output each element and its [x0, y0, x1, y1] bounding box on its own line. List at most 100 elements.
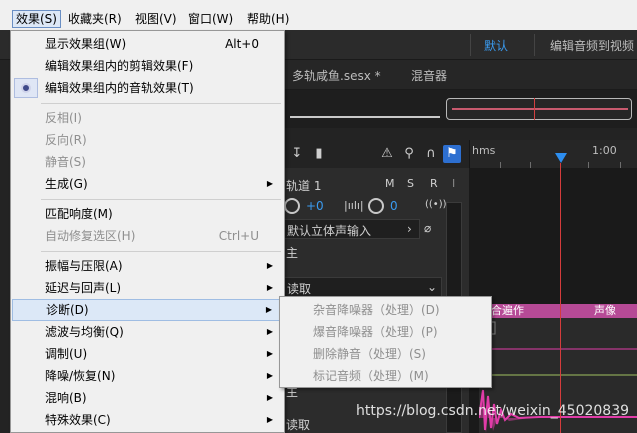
menu-item-label: 调制(U) — [45, 347, 88, 361]
menu-item-label: 显示效果组(W) — [45, 37, 127, 51]
menu-item-label: 延迟与回声(L) — [45, 281, 122, 295]
menu-item-shortcut: Ctrl+U — [218, 229, 259, 243]
menu-item-noise-reduction[interactable]: 降噪/恢复(N) ▶ — [12, 365, 283, 387]
input-select[interactable]: 默认立体声输入 › — [284, 219, 420, 239]
menu-item-label: 编辑效果组内的剪辑效果(F) — [45, 59, 194, 73]
menu-bar: 效果(S) 收藏夹(R) 视图(V) 窗口(W) 帮助(H) — [0, 0, 637, 30]
overview-range — [290, 98, 440, 118]
submenu-arrow-icon: ▶ — [265, 305, 272, 314]
menu-effects[interactable]: 效果(S) — [12, 10, 61, 28]
overview-playhead — [534, 98, 535, 120]
menu-separator — [41, 199, 281, 200]
workspace-edit-video[interactable]: 编辑音频到视频 — [550, 37, 634, 54]
chevron-down-icon: ⌄ — [427, 280, 438, 294]
ruler-mark-label: 1:00 — [592, 144, 617, 157]
submenu-arrow-icon: ▶ — [266, 393, 273, 402]
submenu-item-label: 标记音频（处理）(M) — [313, 369, 429, 383]
menu-item-filter-eq[interactable]: 滤波与均衡(Q) ▶ — [12, 321, 283, 343]
record-arm-button[interactable]: R — [430, 177, 438, 190]
menu-item-label: 降噪/恢复(N) — [45, 369, 116, 383]
submenu-arrow-icon: ▶ — [266, 371, 273, 380]
submenu-item-label: 删除静音（处理）(S) — [313, 347, 426, 361]
playhead-line — [560, 163, 561, 433]
submenu-item-clip-restoration: 爆音降噪器（处理）(P) — [281, 321, 490, 343]
metronome-icon[interactable]: ⚠ — [378, 145, 396, 163]
menu-help[interactable]: 帮助(H) — [244, 10, 292, 28]
automation-mode-2[interactable]: 读取 — [286, 416, 310, 433]
menu-item-generate[interactable]: 生成(G) ▶ — [12, 173, 283, 195]
input-select-value: 默认立体声输入 — [287, 224, 372, 238]
chevron-right-icon: › — [407, 222, 412, 236]
menu-item-show-effects-rack[interactable]: 显示效果组(W) Alt+0 — [12, 33, 283, 55]
menu-item-reverb[interactable]: 混响(B) ▶ — [12, 387, 283, 409]
submenu-item-mark-audio: 标记音频（处理）(M) — [281, 365, 490, 387]
menu-item-diagnostics[interactable]: 诊断(D) ▶ — [12, 299, 283, 321]
menu-separator — [41, 251, 281, 252]
workspace-default[interactable]: 默认 — [484, 37, 508, 54]
menu-item-label: 滤波与均衡(Q) — [45, 325, 124, 339]
editor-toolbar: ↧ ▮ ⚠ ⚲ ∩ ⚑ — [284, 140, 469, 168]
menu-item-label: 诊断(D) — [46, 303, 89, 317]
time-ruler[interactable]: hms 1:00 — [469, 140, 637, 168]
submenu-arrow-icon: ▶ — [266, 261, 273, 270]
menu-item-modulation[interactable]: 调制(U) ▶ — [12, 343, 283, 365]
move-tool-icon[interactable]: ↧ — [288, 145, 306, 163]
menu-item-edit-clip-effects[interactable]: 编辑效果组内的剪辑效果(F) — [12, 55, 283, 77]
workspace-divider — [534, 34, 535, 56]
stereo-width-icon: |ıılı| — [344, 199, 364, 212]
menu-item-label: 静音(S) — [45, 155, 86, 169]
volume-value[interactable]: +0 — [306, 199, 324, 213]
menu-favorites[interactable]: 收藏夹(R) — [65, 10, 125, 28]
submenu-item-label: 爆音降噪器（处理）(P) — [313, 325, 438, 339]
menu-item-shortcut: Alt+0 — [225, 37, 259, 51]
menu-item-auto-heal: 自动修复选区(H) Ctrl+U — [12, 225, 283, 247]
playhead-handle[interactable] — [555, 153, 567, 163]
pan-knob[interactable] — [368, 198, 384, 214]
menu-item-invert: 反相(I) — [12, 107, 283, 129]
session-overview[interactable] — [284, 90, 637, 128]
submenu-arrow-icon: ▶ — [266, 283, 273, 292]
phase-invert-icon[interactable]: ⌀ — [424, 221, 431, 235]
tab-session[interactable]: 多轨咸鱼.sesx * — [292, 67, 381, 84]
diagnostics-submenu: 杂音降噪器（处理）(D) 爆音降噪器（处理）(P) 删除静音（处理）(S) 标记… — [279, 296, 492, 388]
record-arm-icon[interactable]: ⚲ — [400, 145, 418, 163]
volume-knob[interactable] — [284, 198, 300, 214]
menu-item-silence: 静音(S) — [12, 151, 283, 173]
input-monitor-button[interactable]: I — [452, 177, 455, 190]
menu-item-label: 匹配响度(M) — [45, 207, 113, 221]
menu-item-delay-echo[interactable]: 延迟与回声(L) ▶ — [12, 277, 283, 299]
menu-window[interactable]: 窗口(W) — [185, 10, 236, 28]
menu-item-amplitude[interactable]: 振幅与压限(A) ▶ — [12, 255, 283, 277]
submenu-item-declicker: 杂音降噪器（处理）(D) — [281, 299, 490, 321]
menu-item-label: 振幅与压限(A) — [45, 259, 123, 273]
stereo-icon[interactable]: ((•)) — [425, 199, 447, 210]
headphone-icon[interactable]: ∩ — [422, 145, 440, 163]
mute-button[interactable]: M — [385, 177, 395, 190]
menu-item-special[interactable]: 特殊效果(C) ▶ — [12, 409, 283, 431]
menu-separator — [41, 103, 281, 104]
menu-item-label: 反向(R) — [45, 133, 87, 147]
menu-view[interactable]: 视图(V) — [132, 10, 180, 28]
menu-item-label: 自动修复选区(H) — [45, 229, 136, 243]
track-name[interactable]: 轨道 1 — [286, 177, 321, 194]
radio-dot-icon — [21, 83, 31, 93]
menu-item-label: 特殊效果(C) — [45, 413, 111, 427]
level-meter-icon[interactable]: ▮ — [310, 145, 328, 163]
submenu-arrow-icon: ▶ — [266, 327, 273, 336]
menu-item-edit-track-effects[interactable]: 编辑效果组内的音轨效果(T) — [12, 77, 283, 99]
overview-clip-line — [452, 108, 628, 110]
snap-icon[interactable]: ⚑ — [443, 145, 461, 163]
effects-menu: 显示效果组(W) Alt+0 编辑效果组内的剪辑效果(F) 编辑效果组内的音轨效… — [10, 30, 285, 433]
ruler-start-label: hms — [472, 144, 496, 157]
automation-mode-select[interactable]: 读取 ⌄ — [284, 277, 442, 297]
menu-item-label: 反相(I) — [45, 111, 82, 125]
solo-button[interactable]: S — [407, 177, 414, 190]
submenu-item-delete-silence: 删除静音（处理）(S) — [281, 343, 490, 365]
watermark-text: https://blog.csdn.net/weixin_45020839 — [356, 403, 630, 419]
pan-value[interactable]: 0 — [390, 199, 398, 213]
editor-tabs: 多轨咸鱼.sesx * 混音器 — [284, 60, 637, 90]
tab-mixer[interactable]: 混音器 — [411, 67, 447, 84]
output-select[interactable]: 主 — [286, 244, 298, 261]
menu-item-match-loudness[interactable]: 匹配响度(M) — [12, 203, 283, 225]
audio-clip-header[interactable]: 合遍作 声像 — [479, 304, 637, 318]
